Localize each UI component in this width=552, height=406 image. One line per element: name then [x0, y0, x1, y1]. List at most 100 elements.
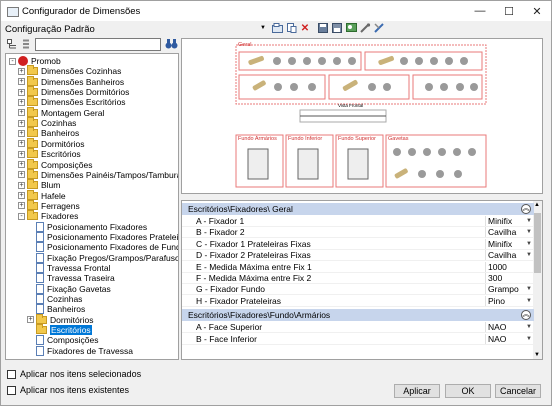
binoculars-icon[interactable] [165, 38, 178, 52]
collapse-group-icon[interactable]: ︽ [521, 204, 531, 214]
property-grid[interactable]: ▲ ▼ Escritórios\Fixadores\ Geral ︽ A - Fix… [181, 200, 543, 360]
tree-item[interactable]: Posicionamento Fixadores [27, 221, 147, 232]
scroll-down-icon[interactable]: ▼ [534, 352, 540, 358]
maximize-button[interactable]: ☐ [495, 1, 523, 21]
property-name: H - Fixador Prateleiras [182, 295, 486, 306]
collapse-icon[interactable]: - [18, 212, 25, 220]
tree-item[interactable]: + Hafele [18, 189, 66, 201]
expand-icon[interactable]: + [18, 98, 25, 106]
expand-icon[interactable]: + [27, 316, 34, 324]
chevron-down-icon[interactable]: ▼ [525, 228, 533, 236]
property-value-select[interactable]: NAO ▼ [486, 334, 534, 344]
property-value-input[interactable]: 1000 [486, 262, 534, 272]
chevron-down-icon[interactable]: ▼ [525, 285, 533, 293]
property-value-input[interactable]: 300 [486, 273, 534, 283]
expand-icon[interactable]: + [18, 129, 25, 137]
property-value-select[interactable]: NAO ▼ [486, 322, 534, 332]
tree-item[interactable]: - Fixadores [18, 210, 78, 221]
dropdown-icon[interactable]: ▼ [257, 22, 269, 34]
expand-icon[interactable]: + [18, 161, 25, 168]
property-value-select[interactable]: Pino ▼ [486, 296, 534, 306]
chevron-down-icon[interactable]: ▼ [525, 297, 533, 305]
wrench-icon[interactable] [359, 22, 371, 34]
tree-item[interactable]: + Blum [18, 179, 61, 191]
expand-icon[interactable]: + [18, 67, 25, 75]
expand-icon[interactable]: + [18, 78, 25, 86]
expand-icon[interactable]: + [18, 109, 25, 117]
expand-icon[interactable]: + [18, 202, 25, 210]
expand-icon[interactable]: + [18, 192, 25, 200]
cancel-button[interactable]: Cancelar [495, 384, 541, 398]
save-icon[interactable] [317, 22, 329, 34]
apply-existing-checkbox[interactable] [7, 385, 16, 395]
scroll-up-icon[interactable]: ▲ [534, 202, 540, 208]
chevron-down-icon[interactable]: ▼ [525, 251, 533, 259]
tree-item[interactable]: Composições [27, 335, 99, 346]
gallery-icon[interactable] [345, 22, 357, 34]
property-value-select[interactable]: Minifix ▼ [486, 239, 534, 249]
property-value-select[interactable]: Cavilha ▼ [486, 250, 534, 260]
tools-icon[interactable] [373, 22, 385, 34]
apply-button[interactable]: Aplicar [394, 384, 440, 398]
expand-icon[interactable]: + [18, 171, 25, 179]
tree-view-icon[interactable] [7, 39, 18, 52]
tree-item-label: Blum [41, 180, 61, 191]
tree-item[interactable]: Escritórios [27, 324, 92, 336]
property-row[interactable]: A - Fixador 1 Minifix ▼ [182, 216, 534, 227]
tree-item[interactable]: + Dimensões Dormitórios [18, 86, 129, 97]
property-row[interactable]: G - Fixador Fundo Grampo ▼ [182, 284, 534, 296]
tree-item[interactable]: Fixadores de Travessa [27, 345, 133, 356]
list-view-icon[interactable] [22, 39, 31, 52]
property-value-select[interactable]: Grampo ▼ [486, 284, 534, 294]
expand-icon[interactable]: + [18, 119, 25, 127]
ok-button[interactable]: OK [445, 384, 491, 398]
property-row[interactable]: D - Fixador 2 Prateleiras Fixas Cavilha ▼ [182, 250, 534, 262]
property-group-header[interactable]: Escritórios\Fixadores\Fundo\Armários ︽ [182, 309, 534, 322]
search-input[interactable] [35, 38, 161, 51]
tree-item[interactable]: Fixação Gavetas [27, 283, 111, 294]
chevron-down-icon[interactable]: ▼ [525, 240, 533, 248]
property-value: Cavilha [488, 250, 517, 261]
apply-selected-checkbox-row[interactable]: Aplicar nos itens selecionados [7, 367, 141, 381]
expand-icon[interactable]: + [18, 88, 25, 96]
collapse-icon[interactable]: - [9, 57, 16, 65]
property-row[interactable]: B - Face Inferior NAO ▼ [182, 333, 534, 345]
property-value-select[interactable]: Minifix ▼ [486, 216, 534, 226]
new-icon[interactable] [285, 22, 297, 34]
apply-selected-checkbox[interactable] [7, 369, 16, 379]
chevron-down-icon[interactable]: ▼ [525, 323, 533, 331]
tree-item[interactable]: + Dimensões Escritórios [18, 96, 126, 107]
tree-view[interactable]: - Promob + Dimensões Cozinhas + Dimensões Ban… [5, 53, 179, 360]
expand-icon[interactable]: + [18, 140, 25, 148]
property-row[interactable]: E - Medida Máxima entre Fix 1 1000 [182, 261, 534, 273]
tree-item[interactable]: Travessa Frontal [27, 263, 110, 273]
chevron-down-icon[interactable]: ▼ [525, 217, 533, 225]
property-row[interactable]: H - Fixador Prateleiras Pino ▼ [182, 295, 534, 307]
delete-icon[interactable]: ✕ [299, 22, 311, 34]
expand-icon[interactable]: + [18, 150, 25, 158]
chevron-down-icon[interactable]: ▼ [525, 335, 533, 343]
property-row[interactable]: B - Fixador 2 Cavilha ▼ [182, 227, 534, 239]
apply-existing-checkbox-row[interactable]: Aplicar nos itens existentes [7, 383, 141, 397]
tree-item[interactable]: Posicionamento Fixadores Prateleiras [27, 231, 178, 242]
property-scrollbar[interactable]: ▲ ▼ [533, 201, 542, 359]
tree-item[interactable]: - Promob [9, 56, 61, 66]
open-icon[interactable] [271, 22, 283, 34]
preview-drawing [235, 44, 487, 188]
tree-item[interactable]: Cozinhas [27, 294, 82, 305]
property-value-select[interactable]: Cavilha ▼ [486, 227, 534, 237]
close-button[interactable]: ✕ [523, 1, 551, 21]
scroll-thumb[interactable] [534, 213, 541, 273]
property-row[interactable]: C - Fixador 1 Prateleiras Fixas Minifix ▼ [182, 238, 534, 250]
minimize-button[interactable]: — [466, 1, 494, 21]
save-as-icon[interactable] [331, 22, 343, 34]
tree-item[interactable]: Fixação Pregos/Grampos/Parafusos [27, 252, 178, 263]
tree-item[interactable]: Posicionamento Fixadores de Fundo [27, 242, 178, 253]
tree-item[interactable]: Travessa Traseira [27, 273, 115, 284]
tree-item[interactable]: + Dimensões Painéis/Tampos/Tamburatos [18, 168, 178, 180]
property-group-header[interactable]: Escritórios\Fixadores\ Geral ︽ [182, 203, 534, 215]
expand-icon[interactable]: + [18, 181, 25, 189]
collapse-group-icon[interactable]: ︽ [521, 310, 531, 321]
property-row[interactable]: A - Face Superior NAO ▼ [182, 322, 534, 334]
property-row[interactable]: F - Medida Máxima entre Fix 2 300 [182, 273, 534, 284]
